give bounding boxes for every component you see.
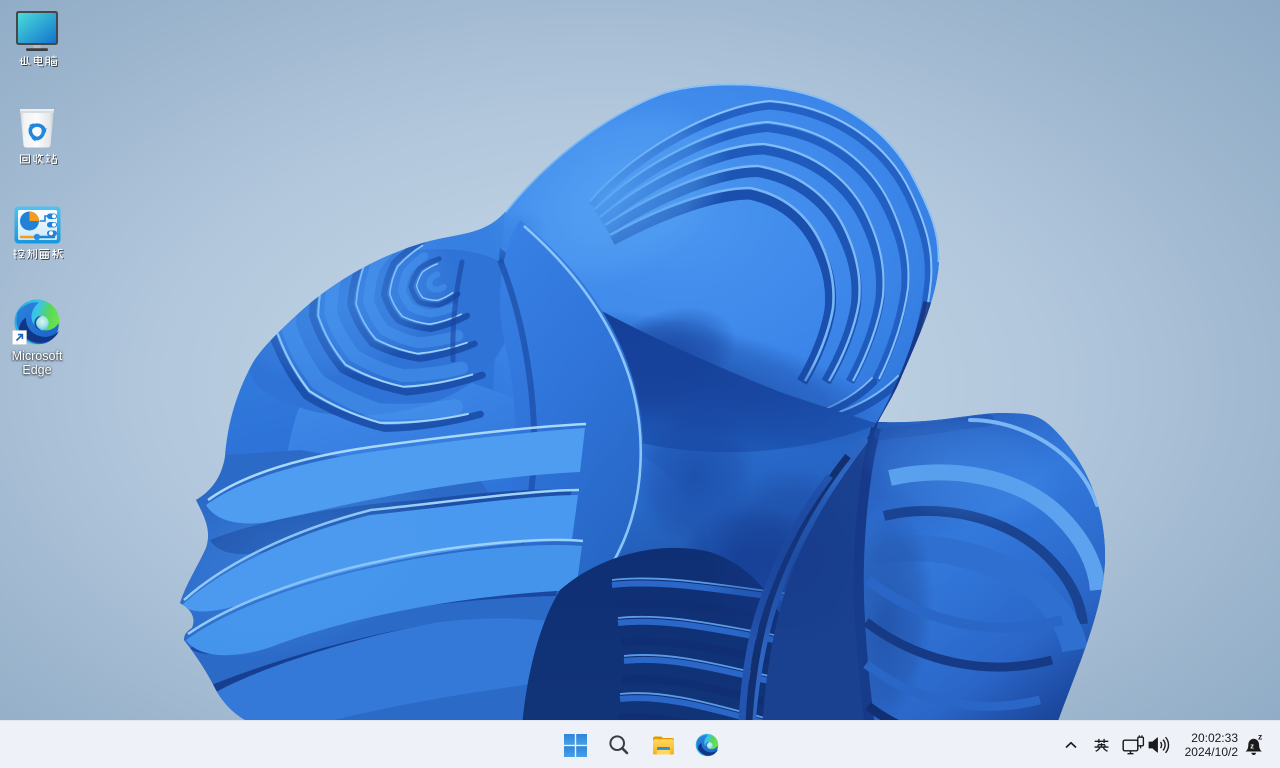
svg-text:z: z [1250, 741, 1254, 750]
svg-text:z: z [1258, 732, 1262, 742]
